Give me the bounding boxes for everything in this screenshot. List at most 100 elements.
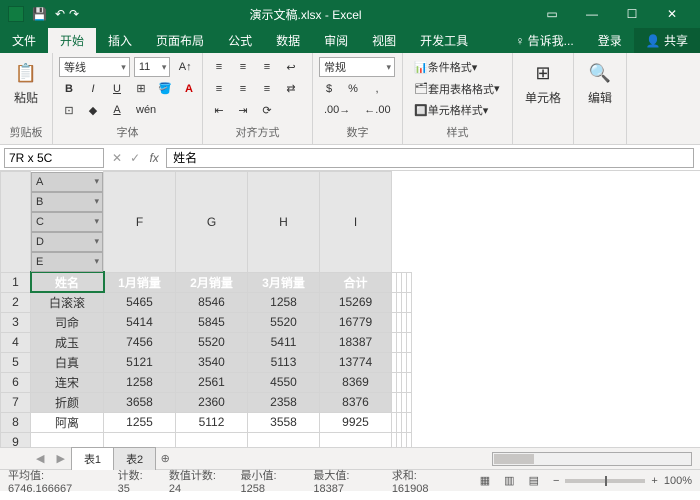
ribbon-options-icon[interactable]: ▭ xyxy=(532,4,572,24)
cell[interactable]: 9925 xyxy=(320,412,392,432)
cell[interactable]: 18387 xyxy=(320,332,392,352)
align-top-icon[interactable]: ≡ xyxy=(209,57,229,77)
row-header-6[interactable]: 6 xyxy=(1,372,31,392)
enter-icon[interactable]: ✓ xyxy=(126,151,144,165)
row-header-4[interactable]: 4 xyxy=(1,332,31,352)
col-header-B[interactable]: B xyxy=(31,192,103,212)
cell[interactable] xyxy=(248,432,320,447)
col-header-I[interactable]: I xyxy=(320,172,392,273)
signin-button[interactable]: 登录 xyxy=(586,28,634,53)
cell[interactable]: 1255 xyxy=(104,412,176,432)
tab-review[interactable]: 审阅 xyxy=(312,28,360,53)
cell-styles-button[interactable]: 🔲 单元格样式 ▾ xyxy=(409,100,506,120)
cell[interactable]: 8546 xyxy=(176,292,248,312)
cell[interactable]: 2358 xyxy=(248,392,320,412)
cell[interactable]: 3558 xyxy=(248,412,320,432)
cell[interactable]: 司命 xyxy=(31,312,104,332)
cell[interactable]: 5465 xyxy=(104,292,176,312)
align-right-icon[interactable]: ≡ xyxy=(257,79,277,99)
redo-icon[interactable]: ↷ xyxy=(69,7,79,21)
zoom-slider[interactable] xyxy=(565,479,645,483)
table-header-cell[interactable]: 合计 xyxy=(320,272,392,292)
add-sheet-button[interactable]: ⊕ xyxy=(155,452,175,465)
orientation-icon[interactable]: ⟳ xyxy=(257,100,277,120)
indent-increase-icon[interactable]: ⇥ xyxy=(233,100,253,120)
cell[interactable]: 2561 xyxy=(176,372,248,392)
cell[interactable]: 5113 xyxy=(248,352,320,372)
col-header-C[interactable]: C xyxy=(31,212,103,232)
table-header-cell[interactable]: 姓名 xyxy=(31,272,104,292)
align-bottom-icon[interactable]: ≡ xyxy=(257,57,277,77)
horizontal-scrollbar[interactable] xyxy=(492,452,692,466)
cell[interactable] xyxy=(407,372,412,392)
worksheet-area[interactable]: ABCDEFGHI1姓名1月销量2月销量3月销量合计2白滚滚5465854612… xyxy=(0,171,700,447)
increase-font-icon[interactable]: A↑ xyxy=(174,57,196,77)
tab-home[interactable]: 开始 xyxy=(48,28,96,53)
font-color-button[interactable]: A xyxy=(179,79,199,99)
cell[interactable]: 5520 xyxy=(248,312,320,332)
font-more-icon[interactable]: A xyxy=(107,100,127,120)
col-header-E[interactable]: E xyxy=(31,252,103,272)
zoom-control[interactable]: − + 100% xyxy=(553,475,692,487)
name-box[interactable] xyxy=(4,148,104,168)
italic-button[interactable]: I xyxy=(83,79,103,99)
cell[interactable] xyxy=(31,432,104,447)
percent-icon[interactable]: % xyxy=(343,79,363,99)
cell[interactable]: 2360 xyxy=(176,392,248,412)
row-header-7[interactable]: 7 xyxy=(1,392,31,412)
col-header-G[interactable]: G xyxy=(176,172,248,273)
indent-decrease-icon[interactable]: ⇤ xyxy=(209,100,229,120)
cell[interactable]: 8376 xyxy=(320,392,392,412)
number-format-select[interactable]: 常规 xyxy=(319,57,395,77)
paste-button[interactable]: 📋 粘贴 xyxy=(6,57,46,108)
format-as-table-button[interactable]: 🗂 套用表格格式 ▾ xyxy=(409,79,506,99)
table-header-cell[interactable]: 1月销量 xyxy=(104,272,176,292)
row-header-1[interactable]: 1 xyxy=(1,272,31,292)
cell[interactable] xyxy=(320,432,392,447)
tab-developer[interactable]: 开发工具 xyxy=(408,28,480,53)
cell[interactable]: 成玉 xyxy=(31,332,104,352)
sheet-nav-next-icon[interactable]: ▶ xyxy=(50,452,70,465)
cell[interactable] xyxy=(407,392,412,412)
cells-button[interactable]: ⊞ 单元格 xyxy=(519,57,567,108)
font-name-select[interactable]: 等线 xyxy=(59,57,130,77)
cell[interactable] xyxy=(407,312,412,332)
col-header-A[interactable]: A xyxy=(31,172,103,192)
cell[interactable]: 白真 xyxy=(31,352,104,372)
tab-data[interactable]: 数据 xyxy=(264,28,312,53)
cell[interactable] xyxy=(407,272,412,292)
border-more-icon[interactable]: ⊡ xyxy=(59,100,79,120)
phonetic-button[interactable]: wén xyxy=(131,100,161,120)
cancel-icon[interactable]: ✕ xyxy=(108,151,126,165)
view-pagebreak-icon[interactable]: ▤ xyxy=(529,474,539,487)
decrease-decimal-icon[interactable]: ←.00 xyxy=(359,100,395,120)
select-all-corner[interactable] xyxy=(1,172,31,273)
minimize-button[interactable]: — xyxy=(572,4,612,24)
cell[interactable]: 4550 xyxy=(248,372,320,392)
cell[interactable]: 1258 xyxy=(104,372,176,392)
row-header-8[interactable]: 8 xyxy=(1,412,31,432)
col-header-D[interactable]: D xyxy=(31,232,103,252)
editing-button[interactable]: 🔍 编辑 xyxy=(580,57,620,108)
cell[interactable]: 7456 xyxy=(104,332,176,352)
increase-decimal-icon[interactable]: .00→ xyxy=(319,100,355,120)
cell[interactable]: 5411 xyxy=(248,332,320,352)
row-header-9[interactable]: 9 xyxy=(1,432,31,447)
conditional-format-button[interactable]: 📊 条件格式 ▾ xyxy=(409,57,506,77)
fx-icon[interactable]: fx xyxy=(144,151,164,165)
align-middle-icon[interactable]: ≡ xyxy=(233,57,253,77)
cell[interactable]: 5845 xyxy=(176,312,248,332)
cell[interactable]: 5520 xyxy=(176,332,248,352)
cell[interactable] xyxy=(407,292,412,312)
tell-me[interactable]: ♀ 告诉我... xyxy=(503,28,585,53)
row-header-5[interactable]: 5 xyxy=(1,352,31,372)
cell[interactable]: 3540 xyxy=(176,352,248,372)
merge-cells-icon[interactable]: ⇄ xyxy=(281,79,301,99)
table-header-cell[interactable]: 3月销量 xyxy=(248,272,320,292)
cell[interactable]: 白滚滚 xyxy=(31,292,104,312)
underline-button[interactable]: U xyxy=(107,79,127,99)
tab-formulas[interactable]: 公式 xyxy=(216,28,264,53)
save-icon[interactable]: 💾 xyxy=(32,7,47,21)
cell[interactable]: 折颜 xyxy=(31,392,104,412)
currency-icon[interactable]: $ xyxy=(319,79,339,99)
